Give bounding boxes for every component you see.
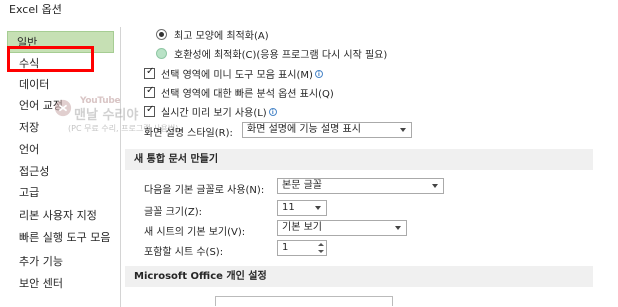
chevron-down-icon	[432, 184, 438, 188]
chevron-down-icon	[400, 128, 406, 132]
live-preview-option[interactable]: 실시간 미리 보기 사용(L) i	[144, 104, 277, 119]
radio-compatibility-label: 호환성에 최적화(C)(응용 프로그램 다시 시작 필요)	[174, 50, 388, 61]
font-size-label: 글꼴 크기(Z):	[144, 207, 203, 218]
watermark-title: 맨날 수리야	[74, 108, 139, 123]
checkbox[interactable]	[144, 85, 155, 98]
spinner-arrows-icon[interactable]	[318, 242, 324, 254]
screentip-style-value: 화면 설명에 기능 설명 표시	[247, 124, 361, 135]
live-preview-label: 실시간 미리 보기 사용(L)	[161, 108, 267, 119]
username-input[interactable]	[215, 296, 393, 306]
sidebar-item-add-ins[interactable]: 추가 기능	[9, 251, 119, 272]
sidebar-item-trust-center[interactable]: 보안 센터	[9, 273, 119, 294]
chevron-down-icon	[315, 206, 321, 210]
sidebar-item-language[interactable]: 언어	[9, 139, 119, 160]
quick-analysis-label: 선택 영역에 대한 빠른 분석 옵션 표시(Q)	[161, 89, 334, 100]
font-size-dropdown[interactable]: 11	[277, 200, 327, 216]
default-view-label: 새 시트의 기본 보기(V):	[144, 227, 246, 238]
sidebar-item-quick-access-toolbar[interactable]: 빠른 실행 도구 모음	[9, 227, 119, 248]
default-font-label: 다음을 기본 글꼴로 사용(N):	[144, 185, 265, 196]
checkbox[interactable]	[144, 104, 155, 117]
mini-toolbar-option[interactable]: 선택 영역에 미니 도구 모음 표시(M) i	[144, 66, 323, 81]
sidebar-item-customize-ribbon[interactable]: 리본 사용자 지정	[9, 205, 119, 226]
sidebar-item-data[interactable]: 데이터	[9, 74, 119, 95]
screentip-style-dropdown[interactable]: 화면 설명에 기능 설명 표시	[242, 122, 412, 138]
default-view-dropdown[interactable]: 기본 보기	[277, 220, 407, 236]
mini-toolbar-label: 선택 영역에 미니 도구 모음 표시(M)	[161, 70, 313, 81]
sheet-count-label: 포함할 시트 수(S):	[144, 247, 224, 258]
section-personalize-header: Microsoft Office 개인 설정	[125, 266, 593, 287]
section-new-workbook-header: 새 통합 문서 만들기	[125, 149, 593, 170]
chevron-down-icon	[395, 226, 401, 230]
highlight-box	[7, 46, 94, 72]
radio-compatibility-row[interactable]: 호환성에 최적화(C)(응용 프로그램 다시 시작 필요)	[156, 46, 387, 61]
checkbox[interactable]	[144, 66, 155, 79]
info-icon: i	[268, 107, 277, 116]
info-icon: i	[314, 69, 323, 78]
sheet-count-value: 1	[282, 242, 289, 253]
default-font-dropdown[interactable]: 본문 글꼴	[277, 178, 444, 194]
font-size-value: 11	[282, 202, 295, 213]
radio-button[interactable]	[156, 29, 167, 40]
quick-analysis-option[interactable]: 선택 영역에 대한 빠른 분석 옵션 표시(Q)	[144, 85, 334, 100]
radio-best-appearance-label: 최고 모양에 최적화(A)	[174, 31, 269, 42]
radio-best-appearance-row[interactable]: 최고 모양에 최적화(A)	[156, 27, 269, 42]
sheet-count-stepper[interactable]: 1	[277, 240, 327, 256]
default-font-value: 본문 글꼴	[282, 180, 322, 191]
sidebar-item-advanced[interactable]: 고급	[9, 182, 119, 203]
radio-button[interactable]	[156, 48, 167, 59]
watermark-logo-icon	[54, 99, 72, 117]
sidebar-item-accessibility[interactable]: 접근성	[9, 161, 119, 182]
window-title: Excel 옵션	[9, 3, 62, 16]
default-view-value: 기본 보기	[282, 222, 322, 233]
screentip-label: 화면 설명 스타일(R):	[144, 128, 233, 139]
